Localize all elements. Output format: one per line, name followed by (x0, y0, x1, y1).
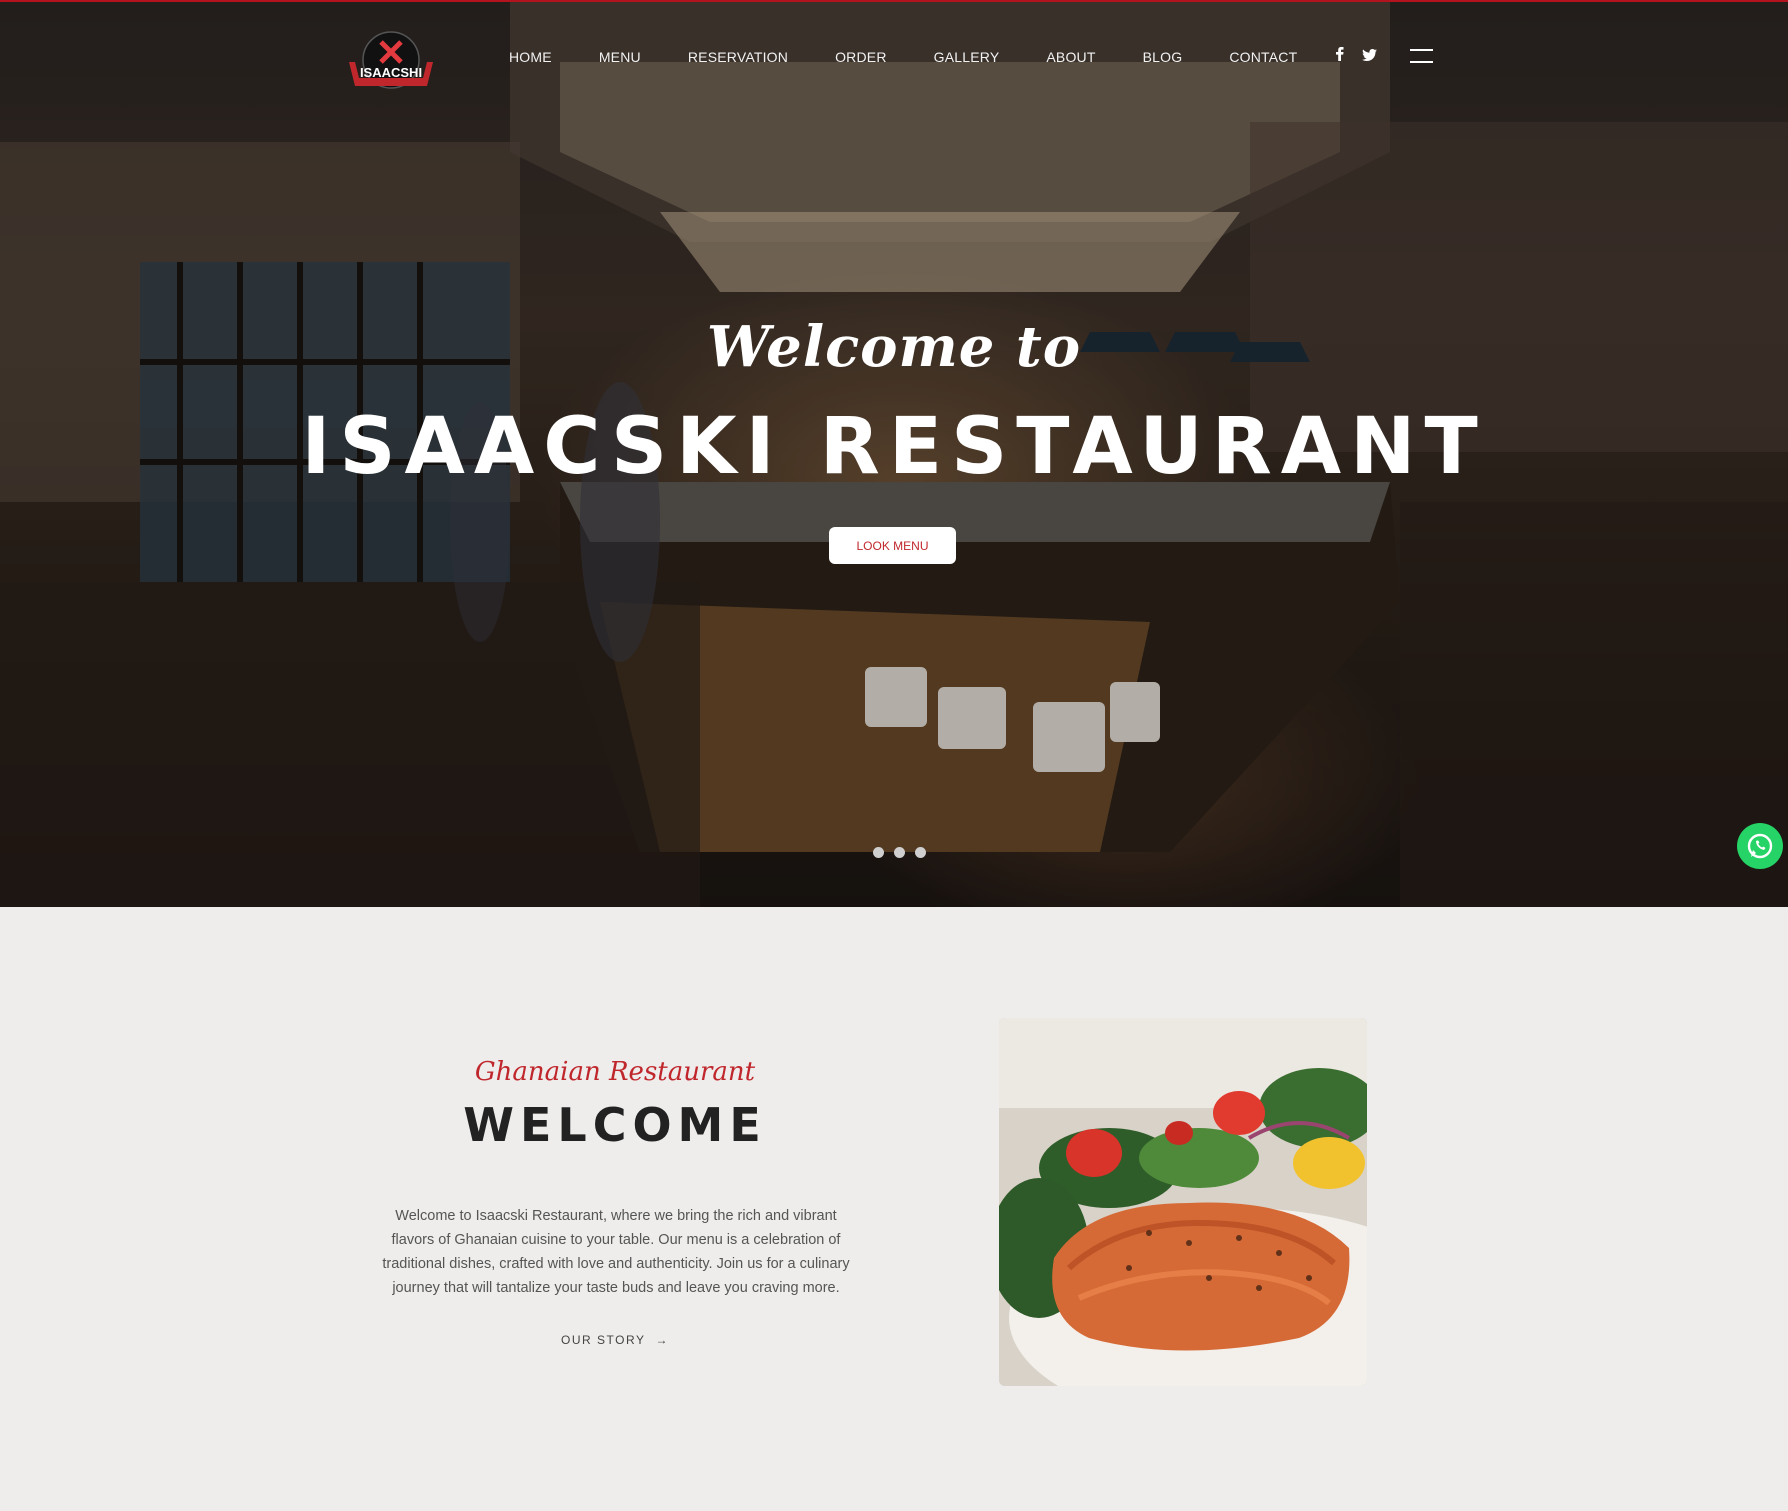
slider-dots (873, 847, 936, 858)
nav-about[interactable]: ABOUT (1046, 49, 1095, 65)
welcome-subtitle: Ghanaian Restaurant (474, 1057, 756, 1087)
look-menu-button[interactable]: LOOK MENU (829, 527, 956, 564)
whatsapp-icon[interactable] (1737, 823, 1783, 869)
hero-slider: ISAACSHI HOME MENU RESERVATION ORDER GAL… (0, 0, 1788, 907)
hero-title: ISAACSKI RESTAURANT (301, 402, 1487, 492)
nav-blog[interactable]: BLOG (1143, 49, 1183, 65)
facebook-icon[interactable] (1335, 47, 1344, 64)
hamburger-icon[interactable] (1410, 49, 1433, 63)
welcome-heading: WELCOME (463, 1098, 767, 1152)
twitter-icon[interactable] (1362, 48, 1377, 64)
slider-dot-1[interactable] (873, 847, 884, 858)
welcome-paragraph: Welcome to Isaacski Restaurant, where we… (382, 1207, 850, 1296)
logo[interactable]: ISAACSHI (345, 30, 437, 98)
nav-gallery[interactable]: GALLERY (934, 49, 1000, 65)
nav-home[interactable]: HOME (509, 49, 552, 65)
main-nav: HOME MENU RESERVATION ORDER GALLERY ABOU… (509, 46, 1344, 68)
our-story-label: OUR STORY (561, 1333, 646, 1347)
nav-contact[interactable]: CONTACT (1229, 49, 1297, 65)
slider-dot-2[interactable] (894, 847, 905, 858)
our-story-link[interactable]: OUR STORY → (540, 1333, 690, 1347)
arrow-right-icon: → (655, 1333, 669, 1347)
nav-menu[interactable]: MENU (599, 49, 641, 65)
nav-order[interactable]: ORDER (835, 49, 887, 65)
social-links (1335, 47, 1395, 64)
hero-welcome-text: Welcome to (706, 314, 1082, 380)
slider-dot-3[interactable] (915, 847, 926, 858)
page: ISAACSHI HOME MENU RESERVATION ORDER GAL… (0, 0, 1788, 1511)
nav-reservation[interactable]: RESERVATION (688, 49, 788, 65)
food-image (999, 1018, 1367, 1386)
svg-text:ISAACSHI: ISAACSHI (360, 65, 422, 80)
